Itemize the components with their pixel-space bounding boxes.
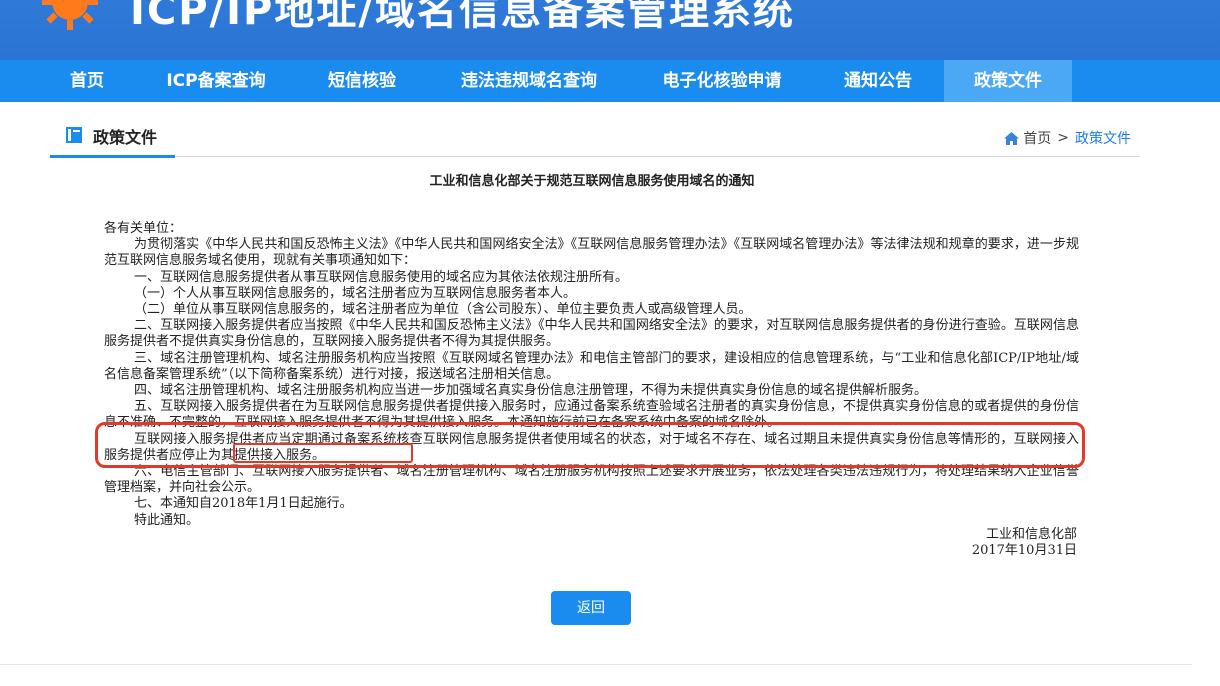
book-icon [66,127,82,143]
breadcrumb: 首页 > 政策文件 [1004,128,1131,148]
article-salutation: 各有关单位： [104,221,183,236]
article-signature: 工业和信息化部 [985,527,1077,542]
breadcrumb-separator: > [1057,130,1069,146]
article-date: 2017年10月31日 [971,543,1077,558]
main-nav: 首页 ICP备案查询 短信核验 违法违规域名查询 电子化核验申请 通知公告 政策… [0,60,1220,102]
article-paragraph: 为贯彻落实《中华人民共和国反恐怖主义法》《中华人民共和国网络安全法》《互联网信息… [104,237,1079,269]
nav-item-sms-verify[interactable]: 短信核验 [304,60,420,102]
article-paragraph-highlighted: 互联网接入服务提供者应当定期通过备案系统核查互联网信息服务提供者使用域名的状态，… [104,431,1079,463]
section-header: 政策文件 首页 > 政策文件 [50,118,1140,158]
article-paragraph: 三、域名注册管理机构、域名注册服务机构应当按照《互联网域名管理办法》和电信主管部… [104,350,1079,382]
nav-item-icp-query[interactable]: ICP备案查询 [146,60,286,102]
article-paragraph: 一、互联网信息服务提供者从事互联网信息服务使用的域名应为其依法依规注册所有。 [134,269,629,285]
article-paragraph: （一）个人从事互联网信息服务的，域名注册者应为互联网信息服务者本人。 [134,285,577,301]
article-paragraph: 二、互联网接入服务提供者应当按照《中华人民共和国反恐怖主义法》《中华人民共和国网… [104,318,1079,350]
sun-logo-icon [42,0,98,30]
nav-item-e-verify-apply[interactable]: 电子化核验申请 [642,60,802,102]
footer-divider [0,664,1192,665]
section-title: 政策文件 [93,128,158,147]
back-button[interactable]: 返回 [551,591,631,625]
article-title: 工业和信息化部关于规范互联网信息服务使用域名的通知 [429,174,755,189]
article-paragraph: 五、互联网接入服务提供者在为互联网信息服务提供者提供接入服务时，应通过备案系统查… [104,399,1079,431]
nav-item-home[interactable]: 首页 [40,60,134,102]
article-paragraph: 六、电信主管部门、互联网接入服务提供者、域名注册管理机构、域名注册服务机构按照上… [104,464,1079,496]
breadcrumb-current[interactable]: 政策文件 [1075,128,1131,148]
nav-item-policy-docs[interactable]: 政策文件 [944,60,1072,102]
article-paragraph: 七、本通知自2018年1月1日起施行。 [134,496,353,512]
article-body: 各有关单位： 为贯彻落实《中华人民共和国反恐怖主义法》《中华人民共和国网络安全法… [104,221,1079,529]
nav-item-illegal-domain-query[interactable]: 违法违规域名查询 [440,60,618,102]
site-banner: ICP/IP地址/域名信息备案管理系统 [0,0,1220,60]
nav-item-notices[interactable]: 通知公告 [822,60,934,102]
section-tab-underline [50,155,175,158]
breadcrumb-home-link[interactable]: 首页 [1023,128,1051,148]
article-paragraph: （二）单位从事互联网信息服务的，域名注册者应为单位（含公司股东）、单位主要负责人… [134,302,752,318]
article-paragraph: 四、域名注册管理机构、域名注册服务机构应当进一步加强域名真实身份信息注册管理，不… [134,383,928,399]
site-title: ICP/IP地址/域名信息备案管理系统 [130,0,795,34]
home-icon [1004,131,1020,145]
article-signature-block: 工业和信息化部 2017年10月31日 [900,527,1077,559]
